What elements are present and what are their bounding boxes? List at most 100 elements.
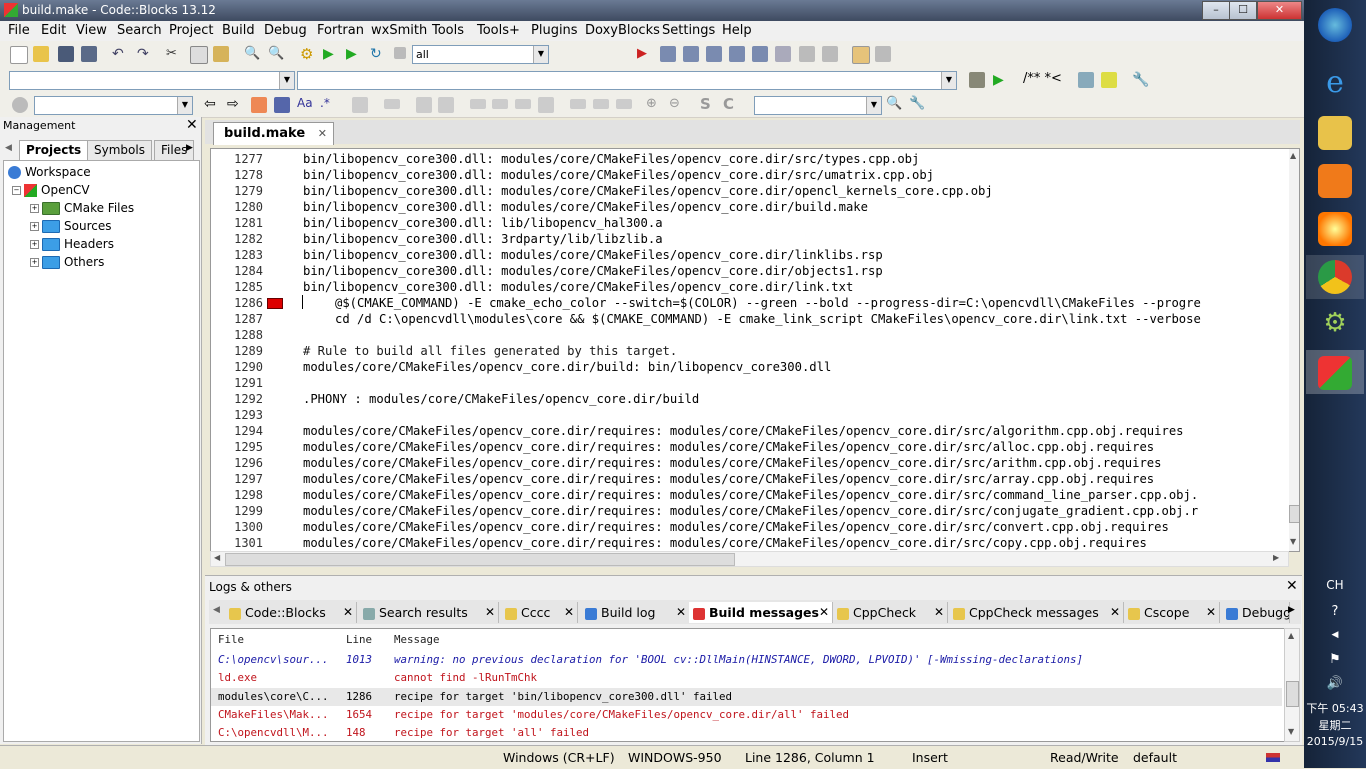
chevron-down-icon[interactable]: ▼ bbox=[279, 72, 294, 89]
run-to-cursor-icon[interactable] bbox=[660, 46, 676, 62]
tab-debugger[interactable]: Debugg bbox=[1222, 602, 1290, 623]
clock-date[interactable]: 2015/9/15 bbox=[1304, 735, 1366, 748]
layout-bottom-icon[interactable] bbox=[515, 99, 531, 109]
tree-folder-headers[interactable]: + Headers bbox=[30, 237, 114, 251]
symbol-s-icon[interactable]: S bbox=[700, 95, 716, 113]
widget-icon[interactable] bbox=[384, 99, 400, 109]
help-icon[interactable]: ? bbox=[1304, 604, 1366, 619]
scroll-down-icon[interactable]: ▼ bbox=[1290, 537, 1296, 546]
messenger-icon[interactable] bbox=[1318, 212, 1352, 246]
open-file-icon[interactable] bbox=[33, 46, 49, 62]
code-line[interactable]: @$(CMAKE_COMMAND) -E cmake_echo_color --… bbox=[335, 295, 1201, 311]
tree-folder-cmake-files[interactable]: + CMake Files bbox=[30, 201, 134, 215]
undo-icon[interactable]: ↶ bbox=[112, 46, 128, 62]
table-row[interactable]: modules\core\C... 1286 recipe for target '… bbox=[211, 687, 1282, 706]
menu-file[interactable]: File bbox=[8, 23, 30, 38]
tab-cppcheck[interactable]: CppCheck ✕ bbox=[833, 602, 948, 623]
chevron-down-icon[interactable]: ▼ bbox=[533, 46, 548, 63]
debug-windows-icon[interactable] bbox=[852, 46, 870, 64]
code-line[interactable]: modules/core/CMakeFiles/opencv_core.dir/… bbox=[303, 455, 1162, 471]
log-scroll-thumb[interactable] bbox=[1286, 681, 1299, 707]
code-line[interactable]: modules/core/CMakeFiles/opencv_core.dir/… bbox=[303, 423, 1184, 439]
internet-explorer-icon[interactable]: e bbox=[1318, 66, 1352, 100]
layout-mid-icon[interactable] bbox=[492, 99, 508, 109]
copy-icon[interactable] bbox=[190, 46, 208, 64]
zoom-in-icon[interactable]: ⊕ bbox=[646, 96, 662, 112]
zoom-out-icon[interactable]: ⊖ bbox=[669, 96, 685, 112]
tab-search-results[interactable]: Search results ✕ bbox=[359, 602, 499, 623]
align-right-icon[interactable] bbox=[616, 99, 632, 109]
layout-top-icon[interactable] bbox=[470, 99, 486, 109]
doxy-wizard-icon[interactable] bbox=[969, 72, 985, 88]
code-line[interactable]: .PHONY : modules/core/CMakeFiles/opencv_… bbox=[303, 391, 699, 407]
rebuild-icon[interactable]: ↻ bbox=[370, 46, 386, 62]
regex-icon[interactable]: .* bbox=[320, 96, 336, 112]
tab-symbols[interactable]: Symbols bbox=[87, 140, 152, 161]
redo-icon[interactable]: ↷ bbox=[137, 46, 153, 62]
scroll-right-icon[interactable]: ▶ bbox=[1273, 553, 1279, 562]
expand-icon[interactable]: + bbox=[30, 222, 39, 231]
menu-doxyblocks[interactable]: DoxyBlocks bbox=[585, 23, 660, 38]
close-tab-icon[interactable]: ✕ bbox=[485, 602, 495, 623]
code-line[interactable]: bin/libopencv_core300.dll: modules/core/… bbox=[303, 279, 853, 295]
menu-search[interactable]: Search bbox=[117, 23, 162, 38]
build-gear-icon[interactable]: ⚙ bbox=[300, 46, 316, 62]
debug-start-icon[interactable]: ▶ bbox=[637, 46, 653, 62]
code-line[interactable]: bin/libopencv_core300.dll: 3rdparty/lib/… bbox=[303, 231, 663, 247]
table-row[interactable]: C:\opencv\sour... 1013 warning: no previou… bbox=[211, 651, 1282, 669]
close-tab-icon[interactable]: ✕ bbox=[934, 602, 944, 623]
arrow-right-icon[interactable]: ⇨ bbox=[227, 96, 243, 112]
paste-icon[interactable] bbox=[213, 46, 229, 62]
code-line[interactable]: modules/core/CMakeFiles/opencv_core.dir/… bbox=[303, 359, 831, 375]
save-icon[interactable] bbox=[58, 46, 74, 62]
code-line[interactable]: cd /d C:\opencvdll\modules\core && $(CMA… bbox=[335, 311, 1201, 327]
column-header-line[interactable]: Line bbox=[346, 631, 372, 649]
settings-wrench-icon[interactable]: 🔧 bbox=[909, 96, 925, 112]
tab-build-log[interactable]: Build log ✕ bbox=[581, 602, 690, 623]
media-player-icon[interactable] bbox=[1318, 164, 1352, 198]
code-line[interactable]: modules/core/CMakeFiles/opencv_core.dir/… bbox=[303, 535, 1147, 551]
debug-info-icon[interactable] bbox=[875, 46, 891, 62]
clock-time[interactable]: 下午 05:43 bbox=[1304, 700, 1366, 716]
chevron-down-icon[interactable]: ▼ bbox=[866, 97, 881, 114]
tab-build-messages[interactable]: Build messages ✕ bbox=[689, 602, 833, 623]
ime-indicator[interactable]: CH bbox=[1304, 578, 1366, 592]
tab-scroll-right-icon[interactable]: ▶ bbox=[186, 143, 193, 153]
menu-build[interactable]: Build bbox=[222, 23, 255, 38]
code-line[interactable]: modules/core/CMakeFiles/opencv_core.dir/… bbox=[303, 503, 1198, 519]
function-select[interactable]: ▼ bbox=[297, 71, 957, 90]
menu-tools-plus[interactable]: Tools+ bbox=[477, 23, 520, 38]
scroll-left-icon[interactable]: ◀ bbox=[214, 553, 220, 562]
log-vertical-scrollbar[interactable]: ▲ ▼ bbox=[1284, 628, 1300, 742]
abort-icon[interactable] bbox=[394, 47, 406, 59]
column-header-file[interactable]: File bbox=[218, 631, 244, 649]
menu-wxsmith[interactable]: wxSmith bbox=[371, 23, 427, 38]
close-icon[interactable]: ✕ bbox=[1286, 578, 1298, 594]
arrow-left-icon[interactable]: ⇦ bbox=[204, 96, 220, 112]
code-editor[interactable]: 1277 1278 1279 1280 1281 1282 1283 1284 1285 1286… bbox=[210, 148, 1300, 552]
stop-debug-icon[interactable] bbox=[822, 46, 838, 62]
scope-select[interactable]: ▼ bbox=[9, 71, 295, 90]
build-and-run-icon[interactable]: ▶ bbox=[346, 46, 362, 62]
tab-cccc[interactable]: Cccc ✕ bbox=[501, 602, 578, 623]
tree-folder-others[interactable]: + Others bbox=[30, 255, 104, 269]
doxy-html-icon[interactable] bbox=[1078, 72, 1094, 88]
code-line[interactable]: modules/core/CMakeFiles/opencv_core.dir/… bbox=[303, 487, 1198, 503]
table-row[interactable]: C:\opencvdll\M... 148 recipe for target 'a… bbox=[211, 724, 1282, 741]
new-file-icon[interactable] bbox=[10, 46, 28, 64]
file-explorer-icon[interactable] bbox=[1318, 116, 1352, 150]
search-icon[interactable]: 🔍 bbox=[886, 96, 902, 112]
symbol-select[interactable]: ▼ bbox=[754, 96, 882, 115]
menu-view[interactable]: View bbox=[76, 23, 107, 38]
android-studio-icon[interactable]: ⚙ bbox=[1318, 308, 1352, 342]
close-tab-icon[interactable]: ✕ bbox=[676, 602, 686, 623]
tab-scroll-left-icon[interactable]: ◀ bbox=[213, 605, 220, 615]
text-icon[interactable] bbox=[438, 97, 454, 113]
next-instruction-icon[interactable] bbox=[752, 46, 768, 62]
highlight-icon[interactable] bbox=[251, 97, 267, 113]
close-tab-icon[interactable]: ✕ bbox=[318, 127, 327, 140]
expand-icon[interactable]: + bbox=[30, 240, 39, 249]
code-line[interactable]: # Rule to build all files generated by t… bbox=[303, 343, 677, 359]
tab-build-make[interactable]: build.make ✕ bbox=[213, 122, 334, 145]
tab-scroll-right-icon[interactable]: ▶ bbox=[1288, 605, 1295, 615]
